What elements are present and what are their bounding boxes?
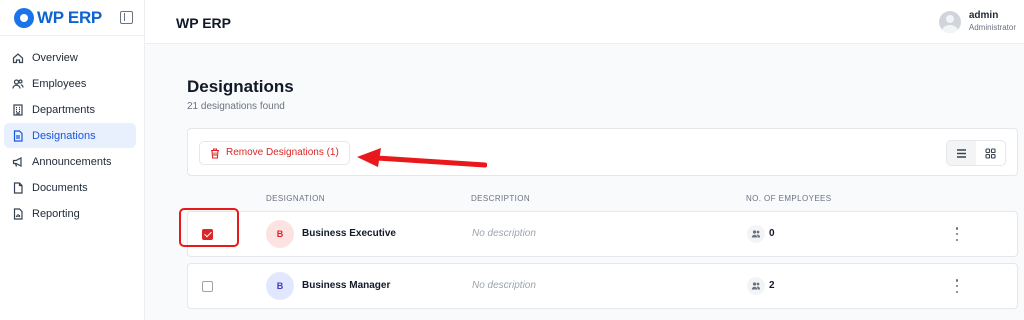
column-header-description[interactable]: DESCRIPTION — [471, 194, 530, 203]
file-icon — [12, 181, 24, 194]
sidebar-item-employees[interactable]: Employees — [4, 71, 136, 96]
sidebar-item-label: Documents — [32, 181, 88, 194]
designation-description: No description — [472, 280, 536, 291]
sidebar-item-label: Designations — [32, 129, 96, 142]
remove-designations-label: Remove Designations (1) — [226, 147, 339, 158]
sidebar-item-announcements[interactable]: Announcements — [4, 149, 136, 174]
collapse-sidebar-icon[interactable] — [119, 11, 133, 24]
sidebar-item-label: Departments — [32, 103, 95, 116]
sidebar-item-departments[interactable]: Departments — [4, 97, 136, 122]
users-icon — [12, 78, 24, 90]
column-header-designation[interactable]: DESIGNATION — [266, 194, 325, 203]
sidebar-item-label: Employees — [32, 77, 87, 90]
designation-name[interactable]: Business Manager — [302, 280, 390, 291]
annotation-arrow-icon — [357, 148, 487, 168]
employees-icon — [747, 277, 765, 295]
bulk-action-toolbar: Remove Designations (1) — [187, 128, 1018, 176]
user-info: admin Administrator — [969, 10, 1016, 34]
list-view-icon — [957, 148, 966, 158]
table-row[interactable]: B Business Manager No description 2 — [187, 263, 1018, 309]
sidebar-item-designations[interactable]: Designations — [4, 123, 136, 148]
user-menu[interactable]: admin Administrator — [938, 10, 1016, 34]
brand-name: WP ERP — [37, 7, 102, 27]
sidebar-item-documents[interactable]: Documents — [4, 175, 136, 200]
designation-description: No description — [472, 228, 536, 239]
building-icon — [12, 103, 24, 116]
grid-view-icon — [985, 147, 996, 159]
annotation-highlight-box — [179, 208, 239, 247]
sidebar-item-reporting[interactable]: Reporting — [4, 201, 136, 226]
row-actions-kebab-icon[interactable] — [953, 226, 961, 242]
employee-count: 2 — [769, 280, 775, 291]
grid-view-button[interactable] — [976, 141, 1005, 165]
sidebar-nav: Overview Employees Departments Designati… — [0, 36, 144, 226]
designation-name[interactable]: Business Executive — [302, 228, 396, 239]
designation-initial-badge: B — [266, 272, 294, 300]
table-row[interactable]: B Business Executive No description 0 — [187, 211, 1018, 257]
employees-icon — [747, 225, 765, 243]
home-icon — [12, 52, 24, 64]
trash-icon — [211, 148, 219, 159]
sidebar-item-label: Overview — [32, 51, 78, 64]
wp-erp-logo-icon — [14, 7, 34, 28]
remove-designations-button[interactable]: Remove Designations (1) — [199, 141, 350, 165]
sidebar-item-label: Reporting — [32, 207, 80, 220]
sidebar: WP ERP Overview Employees Departments De… — [0, 0, 145, 320]
row-actions-kebab-icon[interactable] — [953, 278, 961, 294]
document-icon — [12, 129, 24, 142]
app-title: WP ERP — [176, 15, 231, 31]
megaphone-icon — [12, 156, 24, 168]
employee-count: 0 — [769, 228, 775, 239]
page-title: Designations — [187, 77, 294, 96]
column-header-employees[interactable]: NO. OF EMPLOYEES — [746, 194, 832, 203]
list-view-button[interactable] — [947, 141, 976, 165]
row-checkbox[interactable] — [202, 281, 213, 292]
user-name: admin — [968, 10, 999, 21]
top-bar: WP ERP admin Administrator — [145, 0, 1024, 44]
avatar[interactable] — [938, 11, 961, 33]
sidebar-item-label: Announcements — [32, 155, 112, 168]
view-toggle — [946, 140, 1006, 166]
brand-header: WP ERP — [0, 0, 144, 36]
user-role: Administrator — [968, 23, 1016, 32]
report-icon — [12, 207, 24, 220]
sidebar-item-overview[interactable]: Overview — [4, 45, 136, 70]
page-subtitle: 21 designations found — [187, 101, 285, 112]
designation-initial-badge: B — [266, 220, 294, 248]
